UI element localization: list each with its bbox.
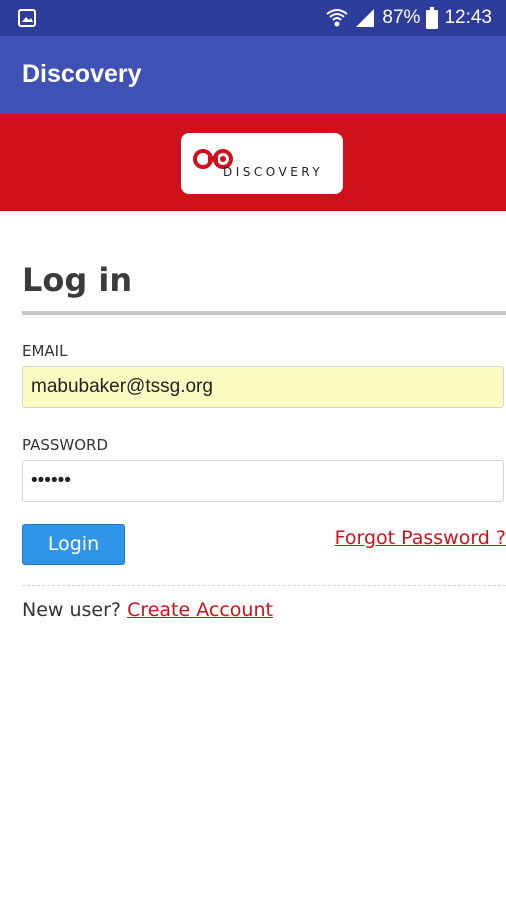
- title-divider: [22, 311, 506, 315]
- login-button[interactable]: Login: [22, 524, 125, 565]
- discovery-logo: DISCOVERY: [181, 133, 343, 194]
- image-notification-icon: [18, 9, 36, 27]
- app-title: Discovery: [22, 60, 142, 88]
- new-user-text: New user?: [22, 599, 122, 621]
- new-user-row: New user? Create Account: [22, 599, 273, 621]
- wifi-icon: [326, 9, 349, 27]
- battery-icon: [426, 7, 439, 29]
- create-account-link[interactable]: Create Account: [127, 599, 273, 621]
- password-label: PASSWORD: [22, 436, 109, 454]
- battery-percent: 87%: [382, 7, 421, 28]
- clock: 12:43: [444, 7, 492, 28]
- signal-icon: [356, 9, 375, 27]
- logo-wordmark: DISCOVERY: [223, 165, 324, 179]
- status-right-group: 87% 12:43: [326, 0, 492, 36]
- forgot-password-link[interactable]: Forgot Password ?: [335, 527, 506, 549]
- email-field[interactable]: mabubaker@tssg.org: [22, 366, 504, 408]
- status-bar: 87% 12:43: [0, 0, 506, 36]
- form-divider: [22, 585, 506, 586]
- email-label: EMAIL: [22, 342, 68, 360]
- brand-banner: DISCOVERY: [0, 114, 506, 211]
- app-bar: Discovery: [0, 36, 506, 114]
- page-title: Log in: [22, 261, 133, 299]
- password-field[interactable]: ••••••: [22, 460, 504, 502]
